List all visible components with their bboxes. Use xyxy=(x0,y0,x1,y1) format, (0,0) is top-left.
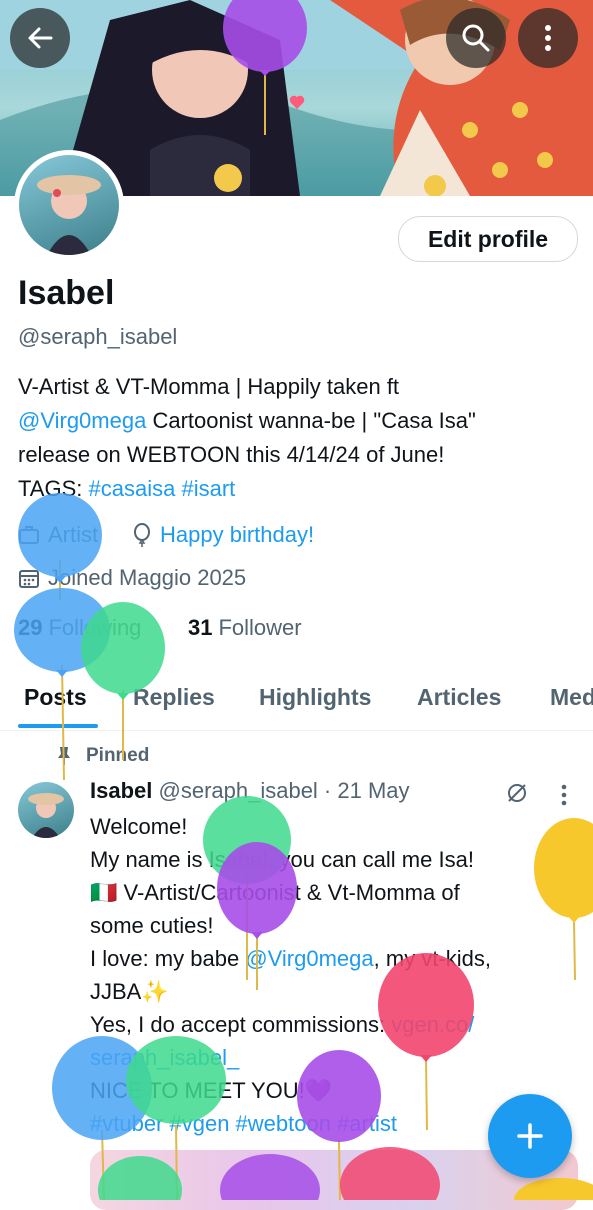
tab-replies[interactable]: Replies xyxy=(133,684,215,711)
profile-birthday[interactable]: Happy birthday! xyxy=(132,522,314,548)
avatar-image xyxy=(19,155,119,255)
profile-name: Isabel xyxy=(18,274,115,312)
active-tab-indicator xyxy=(18,724,98,728)
post-mention-link[interactable]: @Virg0mega xyxy=(245,946,373,971)
follower-label: Follower xyxy=(218,615,302,640)
profile-handle: @seraph_isabel xyxy=(18,324,178,349)
more-vertical-icon xyxy=(545,25,551,51)
post-line: 🇮🇹 V-Artist/Cartoonist & Vt-Momma of xyxy=(90,880,460,905)
more-options-button[interactable] xyxy=(518,8,578,68)
post-line: Yes, I do accept commissions: xyxy=(90,1012,392,1037)
post-line: My name is Isabel, you can call me Isa! xyxy=(90,847,474,872)
post-author-avatar[interactable] xyxy=(18,782,74,838)
profile-category: Artist xyxy=(18,522,98,548)
tab-highlights[interactable]: Highlights xyxy=(259,684,371,711)
post-header: Isabel @seraph_isabel · 21 May xyxy=(90,778,410,804)
briefcase-icon xyxy=(19,526,39,544)
profile-tabs: Posts Replies Highlights Articles Media xyxy=(0,670,593,731)
post-line: , my vt-kids, xyxy=(373,946,491,971)
post-line: some cuties! xyxy=(90,913,214,938)
following-label: Following xyxy=(48,615,142,640)
following-count: 29 xyxy=(18,615,43,640)
category-label: Artist xyxy=(48,522,99,547)
post-more-icon[interactable] xyxy=(558,783,570,807)
balloon-icon xyxy=(134,523,150,547)
tab-media[interactable]: Media xyxy=(550,684,593,711)
follower-count: 31 xyxy=(188,615,213,640)
bio-tags-label: TAGS: xyxy=(18,476,89,501)
post-line: Welcome! xyxy=(90,814,188,839)
tab-posts[interactable]: Posts xyxy=(24,684,87,711)
pin-icon xyxy=(58,747,70,765)
back-button[interactable] xyxy=(10,8,70,68)
profile-bio: V-Artist & VT-Momma | Happily taken ft @… xyxy=(18,370,578,506)
post-handle-date[interactable]: @seraph_isabel · 21 May xyxy=(159,778,410,803)
pinned-indicator: Pinned xyxy=(56,745,149,767)
hashtag-link[interactable]: #casaisa xyxy=(89,476,176,501)
tab-articles[interactable]: Articles xyxy=(417,684,501,711)
follower-stat[interactable]: 31 Follower xyxy=(188,615,302,641)
calendar-icon xyxy=(19,570,39,588)
bio-line: Cartoonist wanna-be | "Casa Isa" xyxy=(146,408,476,433)
hashtag-link[interactable]: #isart xyxy=(181,476,235,501)
search-button[interactable] xyxy=(446,8,506,68)
joined-label: Joined Maggio 2025 xyxy=(48,565,247,590)
bio-mention-link[interactable]: @Virg0mega xyxy=(18,408,146,433)
birthday-link[interactable]: Happy birthday! xyxy=(160,522,314,548)
post-line: JJBA✨ xyxy=(90,979,169,1004)
profile-joined: Joined Maggio 2025 xyxy=(18,565,246,591)
compose-button[interactable] xyxy=(488,1094,572,1178)
commission-link[interactable]: vgen.co/ xyxy=(391,1012,474,1037)
arrow-left-icon xyxy=(28,27,53,49)
pinned-label: Pinned xyxy=(86,745,150,766)
profile-avatar[interactable] xyxy=(14,150,124,260)
post-author-name[interactable]: Isabel xyxy=(90,778,152,803)
post-body: Welcome! My name is Isabel, you can call… xyxy=(90,810,580,1140)
post-line: I love: my babe xyxy=(90,946,246,971)
edit-profile-button[interactable]: Edit profile xyxy=(398,216,578,262)
following-stat[interactable]: 29 Following xyxy=(18,615,141,641)
bio-line: V-Artist & VT-Momma | Happily taken ft xyxy=(18,374,400,399)
bio-line: release on WEBTOON this 4/14/24 of June! xyxy=(18,442,445,467)
commission-link-cont[interactable]: seraph_isabel_ xyxy=(90,1045,239,1070)
search-icon xyxy=(462,24,490,52)
grok-icon[interactable] xyxy=(505,781,529,805)
plus-icon xyxy=(517,1123,543,1149)
